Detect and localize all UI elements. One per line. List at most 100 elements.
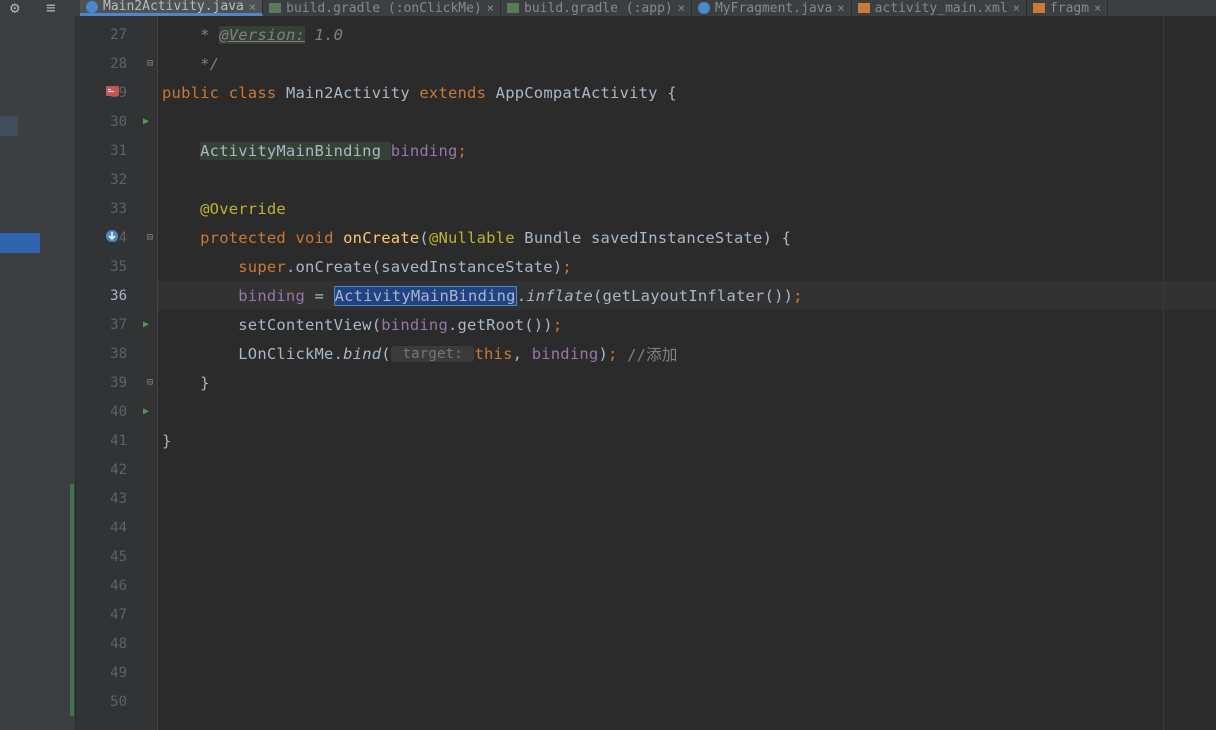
line-number[interactable]: 46 [76, 571, 157, 600]
code-line[interactable] [158, 455, 1216, 484]
call: .onCreate(savedInstanceState) [286, 258, 562, 276]
tab-myfragment[interactable]: MyFragment.java × [692, 0, 852, 16]
line-number[interactable]: 44 [76, 513, 157, 542]
line-number[interactable]: 34 ⊟ [76, 223, 157, 252]
code-line[interactable]: setContentView(binding.getRoot()); [158, 310, 1216, 339]
code-line[interactable]: } [158, 368, 1216, 397]
gutter[interactable]: 27 28⊟ 29 30 31 32 33 34 ⊟ 35 36 37 38 3… [76, 16, 158, 730]
run-icon[interactable] [143, 319, 149, 330]
line-number[interactable]: 39⊟ [76, 368, 157, 397]
line-number[interactable]: 31 [76, 136, 157, 165]
line-number[interactable]: 29 [76, 78, 157, 107]
close-icon[interactable]: × [249, 0, 256, 14]
kw: extends [419, 84, 495, 102]
editor-tabs: ⚙ ≡ Main2Activity.java × build.gradle (:… [0, 0, 1216, 16]
line-number[interactable]: 37 [76, 310, 157, 339]
base: AppCompatActivity { [496, 84, 677, 102]
c: */ [200, 55, 219, 73]
tab-activity-main-xml[interactable]: activity_main.xml × [852, 0, 1027, 16]
line-number[interactable]: 48 [76, 629, 157, 658]
close-icon[interactable]: × [837, 1, 844, 15]
java-file-icon [698, 2, 710, 14]
c: * [200, 26, 219, 44]
class-gutter-icon[interactable] [105, 84, 121, 98]
tab-build-gradle-app[interactable]: build.gradle (:app) × [501, 0, 692, 16]
code-line[interactable]: @Override [158, 194, 1216, 223]
fold-icon[interactable]: ⊟ [147, 377, 153, 388]
override-icon[interactable] [105, 229, 119, 247]
tab-label: build.gradle (:onClickMe) [286, 1, 482, 16]
code-line[interactable] [158, 484, 1216, 513]
code-line[interactable]: * @Version: 1.0 [158, 20, 1216, 49]
code-line[interactable] [158, 165, 1216, 194]
code-line[interactable] [158, 397, 1216, 426]
kw: public [162, 84, 229, 102]
pn: savedInstanceState [591, 229, 763, 247]
settings-icon[interactable]: ⚙ [10, 0, 28, 12]
line-number[interactable]: 40 [76, 397, 157, 426]
close-icon[interactable]: × [1013, 1, 1020, 15]
fold-icon[interactable]: ⊟ [147, 232, 153, 243]
tab-fragment-xml[interactable]: fragm × [1027, 0, 1108, 16]
field: binding [238, 287, 305, 305]
code-line[interactable]: super.onCreate(savedInstanceState); [158, 252, 1216, 281]
kw: protected [200, 229, 295, 247]
ver: 1.0 [305, 26, 343, 44]
code-line[interactable]: binding = ActivityMainBinding.inflate(ge… [158, 281, 1216, 310]
project-sidebar[interactable] [0, 16, 76, 730]
line-number[interactable]: 28⊟ [76, 49, 157, 78]
close-icon[interactable]: × [1094, 1, 1101, 15]
line-number[interactable]: 50 [76, 687, 157, 716]
code-line[interactable] [158, 542, 1216, 571]
line-number[interactable]: 38 [76, 339, 157, 368]
code-editor[interactable]: * @Version: 1.0 */ public class Main2Act… [158, 16, 1216, 730]
code-line[interactable]: protected void onCreate(@Nullable Bundle… [158, 223, 1216, 252]
code-line[interactable] [158, 571, 1216, 600]
line-number[interactable]: 42 [76, 455, 157, 484]
line-number[interactable]: 43 [76, 484, 157, 513]
run-icon[interactable] [143, 116, 149, 127]
line-number[interactable]: 45 [76, 542, 157, 571]
tab-main2activity[interactable]: Main2Activity.java × [80, 0, 263, 16]
i [162, 55, 200, 73]
code-line[interactable] [158, 658, 1216, 687]
code-line[interactable] [158, 629, 1216, 658]
code-line[interactable] [158, 687, 1216, 716]
line-number[interactable]: 33 [76, 194, 157, 223]
tab-label: activity_main.xml [875, 1, 1008, 16]
tab-build-gradle-onclickme[interactable]: build.gradle (:onClickMe) × [263, 0, 501, 16]
line-number[interactable]: 47 [76, 600, 157, 629]
c1: setContentView( [238, 316, 381, 334]
code-line[interactable]: public class Main2Activity extends AppCo… [158, 78, 1216, 107]
annotation: @Override [200, 200, 286, 218]
line-number[interactable]: 49 [76, 658, 157, 687]
selected-text: ActivityMainBinding [334, 286, 517, 306]
close-icon[interactable]: × [487, 1, 494, 15]
java-file-icon [86, 1, 98, 13]
type: ActivityMainBinding [200, 142, 391, 160]
menu-icon[interactable]: ≡ [46, 0, 64, 12]
code-line[interactable]: ActivityMainBinding binding; [158, 136, 1216, 165]
code-line[interactable] [158, 600, 1216, 629]
line-number[interactable]: 36 [76, 281, 157, 310]
tab-label: MyFragment.java [715, 1, 832, 16]
fold-icon[interactable]: ⊟ [147, 58, 153, 69]
line-number[interactable]: 41 [76, 426, 157, 455]
i [162, 142, 200, 160]
vcs-change-marker[interactable] [70, 484, 74, 716]
static-method: inflate [526, 287, 593, 305]
code-line[interactable]: } [158, 426, 1216, 455]
close-icon[interactable]: × [678, 1, 685, 15]
line-number[interactable]: 35 [76, 252, 157, 281]
line-number[interactable]: 32 [76, 165, 157, 194]
code-line[interactable]: LOnClickMe.bind( target: this, binding);… [158, 339, 1216, 368]
o: ( [381, 345, 391, 363]
run-icon[interactable] [143, 406, 149, 417]
class-name: Main2Activity [286, 84, 419, 102]
tab-label: fragm [1050, 1, 1089, 16]
code-line[interactable]: */ [158, 49, 1216, 78]
line-number[interactable]: 30 [76, 107, 157, 136]
code-line[interactable] [158, 513, 1216, 542]
line-number[interactable]: 27 [76, 20, 157, 49]
code-line[interactable] [158, 107, 1216, 136]
